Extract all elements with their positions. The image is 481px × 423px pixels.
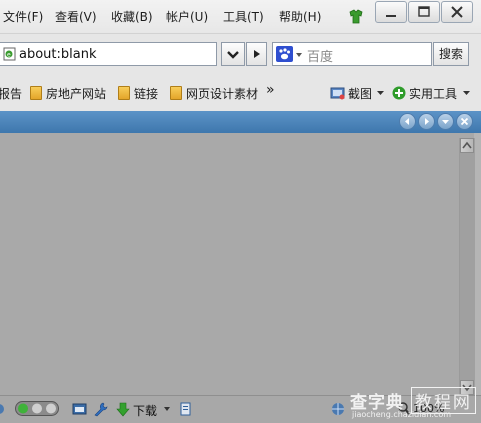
tab-scroll-left-button[interactable] — [399, 113, 416, 130]
vertical-scrollbar[interactable] — [459, 138, 475, 396]
tools-menu[interactable]: 实用工具 — [392, 85, 457, 102]
menu-view[interactable]: 查看(V) — [55, 8, 97, 25]
search-input[interactable]: 百度 — [272, 42, 432, 66]
scroll-up-button[interactable] — [460, 138, 474, 153]
menu-tools[interactable]: 工具(T) — [223, 8, 264, 25]
favorite-item[interactable]: 报告 — [0, 85, 22, 102]
close-icon — [451, 6, 463, 18]
window-icon[interactable] — [72, 402, 88, 417]
skin-shirt-icon[interactable] — [348, 8, 364, 24]
chevron-down-icon[interactable] — [164, 407, 170, 411]
clipboard-icon[interactable] — [180, 402, 191, 417]
folder-icon — [118, 86, 130, 100]
chevron-down-icon[interactable] — [463, 91, 470, 96]
chevron-down-icon[interactable] — [377, 91, 384, 96]
page-content[interactable] — [0, 133, 461, 395]
favorite-item[interactable]: 房地产网站 — [30, 85, 106, 102]
globe-icon[interactable] — [0, 402, 5, 416]
favorites-overflow-button[interactable]: » — [266, 82, 275, 98]
page-icon: e — [3, 47, 16, 61]
search-button[interactable]: 搜索 — [433, 42, 469, 66]
minimize-icon — [386, 15, 396, 17]
arrow-left-icon — [405, 118, 409, 125]
favorite-item[interactable]: 链接 — [118, 85, 158, 102]
close-icon — [460, 117, 469, 126]
download-arrow-icon — [116, 402, 130, 417]
folder-icon — [30, 86, 42, 100]
arrow-down-icon — [442, 120, 449, 124]
go-button[interactable] — [246, 42, 267, 66]
menu-help[interactable]: 帮助(H) — [279, 8, 321, 25]
baidu-paw-icon[interactable] — [276, 46, 306, 62]
close-button[interactable] — [441, 1, 473, 23]
tab-scroll-right-button[interactable] — [418, 113, 435, 130]
address-toolbar: e about:blank 百度 搜索 — [0, 33, 481, 76]
arrow-right-icon — [425, 118, 429, 125]
network-icon[interactable] — [330, 402, 346, 417]
menu-favorites[interactable]: 收藏(B) — [111, 8, 153, 25]
chevron-down-icon — [227, 51, 239, 59]
tab-list-button[interactable] — [437, 113, 454, 130]
wrench-icon[interactable] — [94, 402, 108, 417]
play-arrow-icon — [254, 50, 260, 58]
maximize-icon — [418, 6, 430, 17]
window-edge — [474, 133, 481, 395]
screenshot-tool[interactable]: 截图 — [330, 85, 372, 102]
tab-strip — [0, 111, 481, 133]
address-bar[interactable]: e about:blank — [0, 42, 217, 66]
address-text: about:blank — [19, 47, 97, 62]
favorite-item[interactable]: 网页设计素材 — [170, 85, 258, 102]
search-placeholder: 百度 — [307, 50, 334, 65]
watermark-url: jiaocheng.chazidian.com — [352, 410, 452, 419]
menu-account[interactable]: 帐户(U) — [166, 8, 208, 25]
menu-file[interactable]: 文件(F) — [3, 8, 43, 25]
arrow-up-icon — [462, 141, 472, 149]
screenshot-icon — [330, 87, 345, 100]
download-label[interactable]: 下载 — [133, 402, 157, 419]
traffic-lights-icon[interactable] — [15, 401, 59, 416]
address-dropdown-button[interactable] — [221, 42, 245, 66]
menu-bar: 文件(F) 查看(V) 收藏(B) 帐户(U) 工具(T) 帮助(H) — [0, 0, 481, 33]
svg-text:e: e — [7, 52, 11, 59]
maximize-button[interactable] — [408, 1, 440, 23]
plus-circle-icon — [392, 86, 406, 100]
favorites-bar: 报告 房地产网站 链接 网页设计素材 » 截图 实用工具 — [0, 75, 481, 112]
folder-icon — [170, 86, 182, 100]
minimize-button[interactable] — [375, 1, 407, 23]
tab-close-button[interactable] — [456, 113, 473, 130]
